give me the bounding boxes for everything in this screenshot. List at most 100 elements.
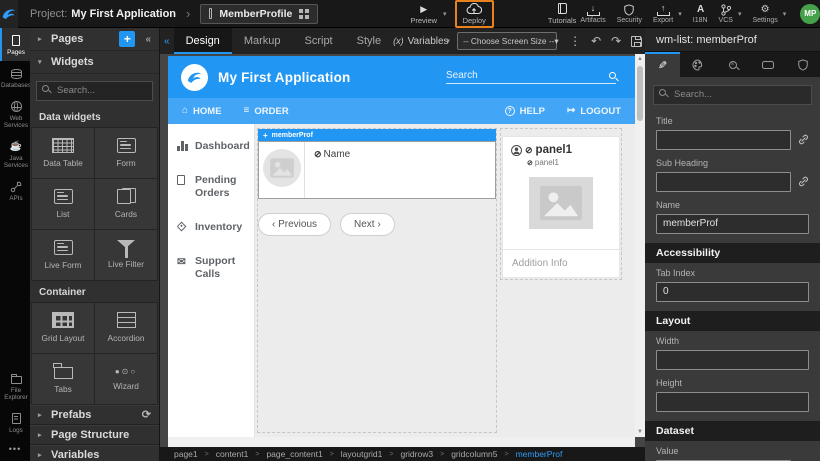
page-selector[interactable]: MemberProfile — [200, 4, 318, 24]
scroll-down-icon[interactable]: ▼ — [635, 429, 645, 435]
nav-logout[interactable]: ↦ LOGOUT — [567, 106, 621, 117]
panel-widget[interactable]: ⊘ panel1 ⊘ panel1 Addition Info — [502, 136, 620, 278]
breadcrumb-item[interactable]: gridrow3 — [400, 449, 433, 459]
subheading-input[interactable] — [656, 172, 791, 192]
rail-item-databases[interactable]: Databases — [0, 61, 30, 94]
scrollbar-thumb[interactable] — [637, 66, 643, 121]
breadcrumb-item[interactable]: page_content1 — [266, 449, 322, 459]
section-accessibility[interactable]: Accessibility — [645, 243, 820, 263]
rail-item-file-explorer[interactable]: File Explorer — [0, 366, 30, 406]
list-item-name-field[interactable]: ⊘ Name — [305, 142, 359, 198]
tab-style[interactable]: Style — [345, 28, 393, 54]
sidebar-item-dashboard[interactable]: Dashboard — [177, 140, 245, 153]
previous-button[interactable]: ‹ Previous — [258, 213, 331, 236]
variables-button[interactable]: (x) Variables ▾ — [393, 36, 450, 47]
app-search-input[interactable] — [446, 70, 603, 81]
bind-link-icon[interactable] — [798, 176, 809, 187]
rail-item-apis[interactable]: APIs — [0, 174, 30, 207]
bind-link-icon[interactable] — [798, 134, 809, 145]
vcs-button[interactable]: VCS — [719, 4, 733, 24]
nav-help[interactable]: ? HELP — [505, 106, 545, 117]
page-structure-section-header[interactable]: ▸ Page Structure — [30, 425, 159, 445]
section-layout[interactable]: Layout — [645, 311, 820, 331]
title-input[interactable] — [656, 130, 791, 150]
add-page-button[interactable]: + — [119, 31, 135, 47]
preview-button[interactable]: ▶ Preview — [406, 2, 441, 26]
width-input[interactable] — [656, 350, 809, 370]
collapse-panel-icon[interactable]: « — [145, 34, 151, 45]
settings-button[interactable]: ⚙ Settings — [752, 4, 777, 24]
sidebar-item-inventory[interactable]: Inventory — [177, 221, 245, 234]
properties-search-input[interactable] — [653, 85, 812, 105]
user-avatar[interactable]: MP — [800, 4, 820, 24]
move-icon[interactable]: + — [263, 131, 268, 140]
wavemaker-logo[interactable] — [0, 0, 18, 28]
widget-tile-tabs[interactable]: Tabs — [32, 354, 94, 404]
nav-order[interactable]: ≡ ORDER — [244, 106, 289, 117]
sidebar-item-support-calls[interactable]: ✉ Support Calls — [177, 255, 245, 281]
variables-section-header[interactable]: ▸ Variables — [30, 445, 159, 461]
widget-tile-cards[interactable]: Cards — [95, 179, 157, 229]
breadcrumb-item[interactable]: page1 — [174, 449, 198, 459]
settings-chevron-down-icon[interactable]: ▾ — [783, 10, 787, 18]
sidebar-item-pending-orders[interactable]: Pending Orders — [177, 174, 245, 200]
height-input[interactable] — [656, 392, 809, 412]
export-chevron-down-icon[interactable]: ▾ — [678, 10, 682, 18]
prefabs-section-header[interactable]: ▸ Prefabs ⟳ — [30, 405, 159, 425]
export-button[interactable]: ↑ Export — [653, 4, 673, 24]
canvas-vertical-scrollbar[interactable]: ▲ ▼ — [635, 54, 645, 437]
tab-properties[interactable]: ✎ — [645, 52, 680, 77]
tab-index-input[interactable] — [656, 282, 809, 302]
breadcrumb-item-active[interactable]: memberProf — [516, 449, 563, 459]
rail-item-pages[interactable]: Pages — [0, 28, 30, 61]
tab-inspect[interactable]: × — [715, 52, 750, 77]
panel-image-placeholder[interactable] — [529, 177, 593, 229]
widgets-section-header[interactable]: ▾ Widgets — [30, 51, 159, 74]
vcs-chevron-down-icon[interactable]: ▾ — [738, 10, 742, 18]
tab-device[interactable] — [750, 52, 785, 77]
refresh-icon[interactable]: ⟳ — [142, 408, 151, 421]
i18n-button[interactable]: A I18N — [693, 4, 708, 24]
next-button[interactable]: Next › — [340, 213, 395, 236]
widget-tile-list[interactable]: List — [32, 179, 94, 229]
rail-more-icon[interactable]: ••• — [0, 439, 30, 461]
preview-chevron-down-icon[interactable]: ▾ — [443, 10, 447, 18]
tutorials-button[interactable]: Tutorials — [544, 2, 580, 26]
widget-tile-live-filter[interactable]: Live Filter — [95, 230, 157, 280]
artifacts-button[interactable]: ↓ Artifacts — [580, 4, 605, 24]
nav-home[interactable]: ⌂ HOME — [182, 106, 222, 117]
screen-size-select[interactable]: -- Choose Screen Size -- ▾ — [457, 32, 557, 50]
panel-header[interactable]: ⊘ panel1 — [503, 137, 619, 156]
section-dataset[interactable]: Dataset — [645, 421, 820, 441]
tab-design[interactable]: Design — [174, 28, 232, 54]
breadcrumb-item[interactable]: content1 — [216, 449, 249, 459]
scroll-up-icon[interactable]: ▲ — [635, 56, 645, 62]
breadcrumb-item[interactable]: gridcolumn5 — [451, 449, 497, 459]
widget-tile-grid-layout[interactable]: Grid Layout — [32, 303, 94, 353]
grid-icon[interactable] — [299, 9, 309, 19]
widget-search-input[interactable] — [36, 81, 153, 101]
widget-tile-data-table[interactable]: Data Table — [32, 128, 94, 178]
deploy-button[interactable]: Deploy — [455, 0, 494, 28]
redo-icon[interactable]: ↷ — [606, 34, 626, 48]
app-logo[interactable] — [181, 64, 208, 91]
tab-security[interactable] — [785, 52, 820, 77]
rail-item-java-services[interactable]: ☕ Java Services — [0, 134, 30, 174]
undo-icon[interactable]: ↶ — [586, 34, 606, 48]
tab-script[interactable]: Script — [293, 28, 345, 54]
search-icon[interactable] — [609, 72, 616, 79]
widget-tile-form[interactable]: Form — [95, 128, 157, 178]
selected-widget-titlebar[interactable]: + memberProf — [258, 129, 496, 141]
breadcrumb-item[interactable]: layoutgrid1 — [341, 449, 383, 459]
more-options-kebab-icon[interactable]: ⋮ — [564, 34, 586, 48]
rail-item-web-services[interactable]: Web Services — [0, 94, 30, 134]
list-widget-item[interactable]: ⊘ Name — [258, 141, 496, 199]
security-button[interactable]: Security — [617, 4, 642, 24]
tab-markup[interactable]: Markup — [232, 28, 293, 54]
widget-tile-live-form[interactable]: Live Form — [32, 230, 94, 280]
rail-item-logs[interactable]: Logs — [0, 406, 30, 439]
widget-tile-accordion[interactable]: Accordion — [95, 303, 157, 353]
canvas-horizontal-scrollbar[interactable] — [168, 437, 635, 447]
name-input[interactable] — [656, 214, 809, 234]
widget-tile-wizard[interactable]: ●⊙○ Wizard — [95, 354, 157, 404]
